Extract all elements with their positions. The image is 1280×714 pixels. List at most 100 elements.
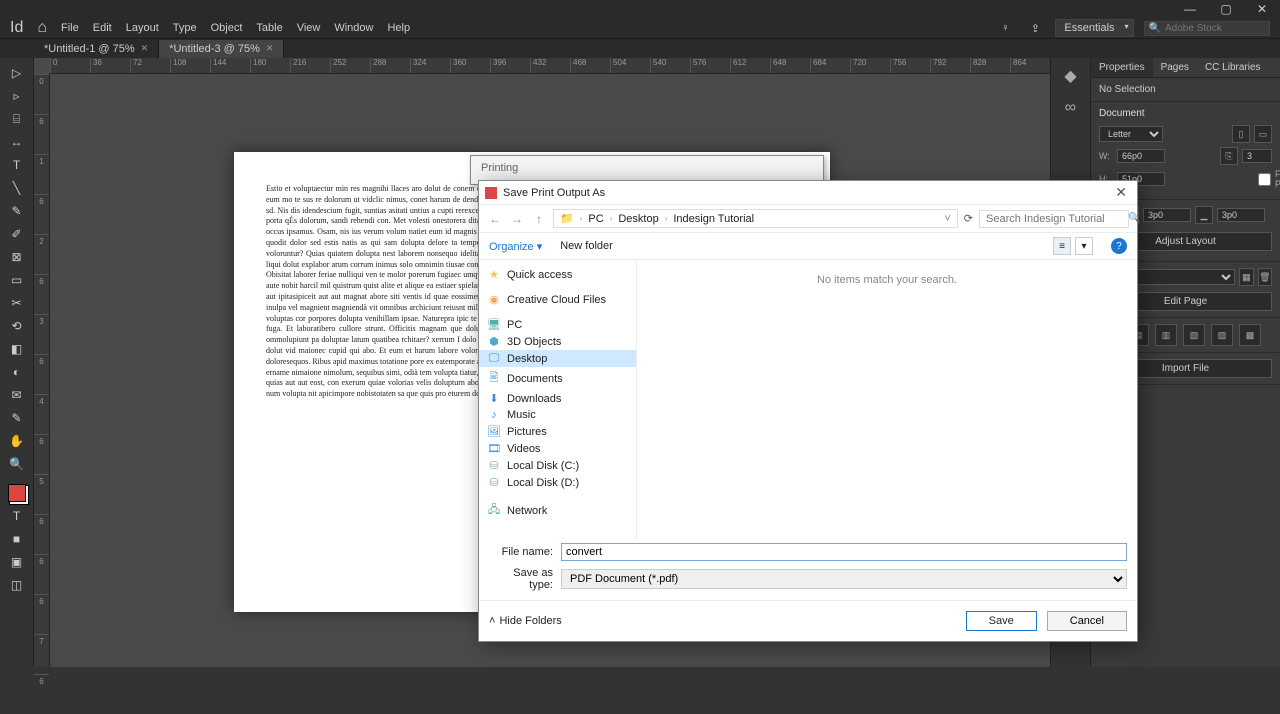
share-icon[interactable]: ⇪ [1025, 22, 1045, 35]
breadcrumb[interactable]: 📁 › PC › Desktop › Indesign Tutorial ˅ [553, 209, 958, 228]
tips-icon[interactable]: ♀ [995, 22, 1015, 34]
menu-layout[interactable]: Layout [126, 22, 159, 34]
note-tool-icon[interactable]: ✉ [6, 386, 28, 404]
view-dropdown-button[interactable]: ▾ [1075, 237, 1093, 255]
restore-app[interactable]: ▢ [1216, 2, 1236, 16]
line-tool-icon[interactable]: ╲ [6, 179, 28, 197]
crumb-pc[interactable]: PC [588, 213, 603, 225]
screen-mode-icon[interactable]: ▣ [6, 553, 28, 571]
menu-help[interactable]: Help [387, 22, 410, 34]
facing-pages-check[interactable]: Facing Pages [1258, 169, 1272, 189]
hand-tool-icon[interactable]: ✋ [6, 432, 28, 450]
minimize-app[interactable]: — [1180, 2, 1200, 16]
width-input[interactable] [1117, 149, 1165, 163]
up-button[interactable]: ↑ [531, 212, 547, 226]
menu-edit[interactable]: Edit [93, 22, 112, 34]
eyedropper-tool-icon[interactable]: ✎ [6, 409, 28, 427]
close-tab-icon[interactable]: ✕ [141, 43, 149, 54]
zoom-tool-icon[interactable]: 🔍 [6, 455, 28, 473]
direct-select-tool-icon[interactable]: ▹ [6, 87, 28, 105]
fill-stroke-swatch[interactable] [6, 484, 28, 502]
menu-file[interactable]: File [61, 22, 79, 34]
doc-tab-1[interactable]: *Untitled-1 @ 75%✕ [34, 40, 159, 58]
tree-documents[interactable]: 🖹Documents [479, 367, 636, 390]
portrait-icon[interactable]: ▯ [1232, 125, 1250, 143]
align-opt-4-icon[interactable]: ▧ [1183, 324, 1205, 346]
type-tool-icon[interactable]: T [6, 156, 28, 174]
align-opt-5-icon[interactable]: ▨ [1211, 324, 1233, 346]
pen-tool-icon[interactable]: ✎ [6, 202, 28, 220]
workspace-dropdown[interactable]: Essentials [1055, 19, 1133, 37]
apply-color-icon[interactable]: ■ [6, 530, 28, 548]
tree-pc[interactable]: 🖥PC [479, 316, 636, 333]
hide-folders-toggle[interactable]: ˄Hide Folders [489, 615, 562, 627]
tree-videos[interactable]: 🎞Videos [479, 440, 636, 457]
tree-local-disk-d[interactable]: ⛁Local Disk (D:) [479, 474, 636, 491]
pages-count-input[interactable] [1242, 149, 1272, 163]
tree-desktop[interactable]: 🖵Desktop [479, 350, 636, 367]
save-button[interactable]: Save [966, 611, 1037, 631]
crumb-folder[interactable]: Indesign Tutorial [673, 213, 754, 225]
gap-tool-icon[interactable]: ↔ [6, 133, 28, 151]
adobe-stock-search[interactable]: 🔍 [1144, 21, 1270, 36]
tab-cclibraries[interactable]: CC Libraries [1197, 58, 1269, 77]
folder-search[interactable]: 🔍 [979, 210, 1129, 228]
tab-pages[interactable]: Pages [1153, 58, 1197, 77]
cancel-button[interactable]: Cancel [1047, 611, 1127, 631]
menu-table[interactable]: Table [256, 22, 282, 34]
organize-menu[interactable]: Organize ▾ [489, 240, 542, 253]
saveas-type-select[interactable]: PDF Document (*.pdf) [561, 569, 1127, 589]
margin-a-input[interactable] [1143, 208, 1191, 222]
doc-tab-2[interactable]: *Untitled-3 @ 75%✕ [159, 40, 284, 58]
rectangle-tool-icon[interactable]: ▭ [6, 271, 28, 289]
tree-quick-access[interactable]: ★Quick access [479, 266, 636, 283]
tree-cc-files[interactable]: ◉Creative Cloud Files [479, 291, 636, 308]
breadcrumb-dropdown-icon[interactable]: ˅ [944, 213, 950, 225]
selection-tool-icon[interactable]: ▷ [6, 64, 28, 82]
back-button[interactable]: ← [487, 212, 503, 226]
stock-search-input[interactable] [1165, 23, 1265, 34]
forward-button[interactable]: → [509, 212, 525, 226]
close-tab-icon[interactable]: ✕ [266, 43, 274, 54]
home-icon[interactable]: ⌂ [37, 19, 47, 37]
filename-input[interactable] [561, 543, 1127, 561]
tree-downloads[interactable]: ⬇Downloads [479, 390, 636, 407]
tree-music[interactable]: ♪Music [479, 407, 636, 423]
page-tool-icon[interactable]: ⌸ [6, 110, 28, 128]
page-size-select[interactable]: Letter [1099, 126, 1163, 142]
tree-local-disk-c[interactable]: ⛁Local Disk (C:) [479, 457, 636, 474]
menu-object[interactable]: Object [211, 22, 243, 34]
landscape-icon[interactable]: ▭ [1254, 125, 1272, 143]
scissors-tool-icon[interactable]: ✂ [6, 294, 28, 312]
align-opt-6-icon[interactable]: ▩ [1239, 324, 1261, 346]
menu-window[interactable]: Window [334, 22, 373, 34]
gradient-feather-tool-icon[interactable]: ◐ [6, 363, 28, 381]
rectangle-frame-tool-icon[interactable]: ⊠ [6, 248, 28, 266]
menu-type[interactable]: Type [173, 22, 197, 34]
links-icon[interactable]: ∞ [1059, 96, 1083, 120]
close-dialog-button[interactable]: ✕ [1111, 184, 1131, 201]
tree-pictures[interactable]: 🖼Pictures [479, 423, 636, 440]
crumb-desktop[interactable]: Desktop [618, 213, 658, 225]
new-guide-icon[interactable]: ▦ [1239, 268, 1253, 286]
view-options-icon[interactable]: ◫ [6, 576, 28, 594]
cc-libraries-icon[interactable]: ◆ [1059, 64, 1083, 88]
tab-properties[interactable]: Properties [1091, 58, 1153, 77]
pencil-tool-icon[interactable]: ✐ [6, 225, 28, 243]
free-transform-tool-icon[interactable]: ⟲ [6, 317, 28, 335]
gradient-swatch-tool-icon[interactable]: ◧ [6, 340, 28, 358]
help-button[interactable]: ? [1111, 238, 1127, 254]
close-app[interactable]: ✕ [1252, 2, 1272, 16]
tree-3d-objects[interactable]: ⬢3D Objects [479, 333, 636, 350]
refresh-button[interactable]: ⟳ [964, 212, 973, 225]
view-mode-button[interactable]: ≡ [1053, 237, 1071, 255]
align-opt-3-icon[interactable]: ▥ [1155, 324, 1177, 346]
folder-contents[interactable]: No items match your search. [637, 260, 1137, 540]
delete-guide-icon[interactable]: 🗑 [1258, 268, 1272, 286]
folder-search-input[interactable] [986, 213, 1128, 225]
new-folder-button[interactable]: New folder [560, 240, 613, 252]
menu-view[interactable]: View [297, 22, 321, 34]
margin-b-input[interactable] [1217, 208, 1265, 222]
tree-network[interactable]: 🖧Network [479, 499, 636, 522]
format-text-icon[interactable]: T [6, 507, 28, 525]
